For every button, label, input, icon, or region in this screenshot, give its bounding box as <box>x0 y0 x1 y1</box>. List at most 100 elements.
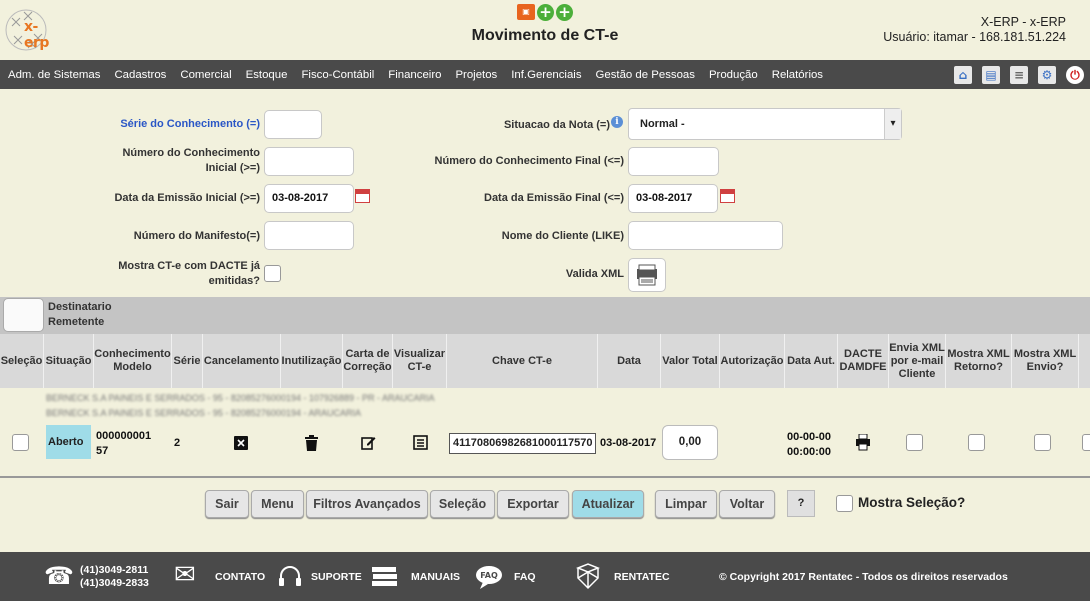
calendar-icon[interactable] <box>355 189 370 203</box>
print-dacte-icon[interactable] <box>855 434 871 451</box>
col-autorizacao[interactable]: Autorização <box>720 334 785 388</box>
col-cancelamento[interactable]: Cancelamento <box>203 334 281 388</box>
col-situacao[interactable]: Situação <box>44 334 94 388</box>
headset-icon[interactable] <box>277 564 303 590</box>
menu-projetos[interactable]: Projetos <box>448 69 504 81</box>
table-header: Seleção Situação Conhecimento Modelo Sér… <box>0 334 1090 388</box>
cancel-icon[interactable] <box>234 436 248 450</box>
data-final-input[interactable]: 03-08-2017 <box>628 184 718 213</box>
suporte-link[interactable]: SUPORTE <box>311 571 362 583</box>
presentation-icon[interactable]: ▣ <box>517 4 535 20</box>
group-toggle-button[interactable] <box>3 298 44 332</box>
report-icon[interactable]: ≡ <box>1010 66 1028 84</box>
group-destinatario: Destinatario <box>48 301 112 313</box>
info-icon[interactable]: i <box>611 116 623 128</box>
col-carta-correcao[interactable]: Carta de Correção <box>343 334 393 388</box>
settings-icon[interactable]: ⚙ <box>1038 66 1056 84</box>
cliente-label: Nome do Cliente (LIKE) <box>501 230 624 242</box>
col-xml-envio[interactable]: Mostra XML Envio? <box>1012 334 1079 388</box>
chevron-down-icon[interactable]: ▾ <box>884 109 901 139</box>
col-extra <box>1079 334 1090 388</box>
sair-button[interactable]: Sair <box>205 490 249 518</box>
col-data-aut[interactable]: Data Aut. <box>785 334 838 388</box>
data-inicial-label: Data da Emissão Inicial (>=) <box>114 192 260 204</box>
dacte-checkbox[interactable] <box>264 265 281 282</box>
selecao-button[interactable]: Seleção <box>430 490 495 518</box>
row-select-checkbox[interactable] <box>12 434 29 451</box>
menu-producao[interactable]: Produção <box>702 69 765 81</box>
atualizar-button[interactable]: Atualizar <box>572 490 644 518</box>
col-valor-total[interactable]: Valor Total <box>661 334 720 388</box>
menu-gestao-pessoas[interactable]: Gestão de Pessoas <box>589 69 702 81</box>
svg-text:FAQ: FAQ <box>480 571 498 580</box>
menu-cadastros[interactable]: Cadastros <box>107 69 173 81</box>
xml-retorno-checkbox[interactable] <box>968 434 985 451</box>
col-inutilizacao[interactable]: Inutilização <box>281 334 343 388</box>
voltar-button[interactable]: Voltar <box>719 490 775 518</box>
menu-relatorios[interactable]: Relatórios <box>765 69 830 81</box>
add-icon[interactable]: + <box>537 4 554 21</box>
col-dacte[interactable]: DACTE DAMDFE <box>838 334 889 388</box>
menu-comercial[interactable]: Comercial <box>173 69 238 81</box>
data-inicial-input[interactable]: 03-08-2017 <box>264 184 354 213</box>
envia-xml-checkbox[interactable] <box>906 434 923 451</box>
books-icon[interactable] <box>371 566 399 588</box>
col-visualizar[interactable]: Visualizar CT-e <box>393 334 447 388</box>
divider <box>0 476 1090 478</box>
valida-xml-button[interactable] <box>628 258 666 292</box>
power-icon[interactable]: ⏻ <box>1066 66 1084 84</box>
data-aut-date: 00-00-00 <box>787 431 832 443</box>
xml-envio-checkbox[interactable] <box>1034 434 1051 451</box>
valor-total-field[interactable]: 0,00 <box>662 425 718 460</box>
col-envia-xml[interactable]: Envia XML por e-mail Cliente <box>889 334 946 388</box>
mostra-selecao-checkbox[interactable] <box>836 495 853 512</box>
rentatec-logo-icon <box>575 563 601 590</box>
help-button[interactable]: ? <box>787 490 815 517</box>
add-new-icon[interactable]: + <box>556 4 573 21</box>
manuais-link[interactable]: MANUAIS <box>411 571 460 583</box>
menu-fisco-contabil[interactable]: Fisco-Contábil <box>294 69 381 81</box>
menu-financeiro[interactable]: Financeiro <box>381 69 448 81</box>
extra-checkbox[interactable] <box>1082 434 1090 451</box>
faq-link[interactable]: FAQ <box>514 571 536 583</box>
cliente-input[interactable] <box>628 221 783 250</box>
mail-icon[interactable]: ✉ <box>174 562 196 588</box>
numero-final-input[interactable] <box>628 147 719 176</box>
serie-value: 2 <box>174 437 181 449</box>
col-data[interactable]: Data <box>598 334 661 388</box>
rentatec-link[interactable]: RENTATEC <box>614 571 670 583</box>
status-badge: Aberto <box>46 425 91 459</box>
view-document-icon[interactable] <box>413 435 428 450</box>
header: x-erp ▣ + + Movimento de CT-e X-ERP - x-… <box>0 0 1090 60</box>
situacao-select[interactable]: Normal - ▾ <box>628 108 902 140</box>
home-icon[interactable]: ⌂ <box>954 66 972 84</box>
document-icon[interactable]: ▤ <box>982 66 1000 84</box>
numero-inicial-input[interactable] <box>264 147 354 176</box>
col-chave[interactable]: Chave CT-e <box>447 334 598 388</box>
exportar-button[interactable]: Exportar <box>497 490 569 518</box>
manifesto-input[interactable] <box>264 221 354 250</box>
footer: ☎ (41)3049-2811 (41)3049-2833 ✉ CONTATO … <box>0 552 1090 601</box>
menu-estoque[interactable]: Estoque <box>239 69 295 81</box>
phone-numbers: (41)3049-2811 (41)3049-2833 <box>80 564 149 590</box>
limpar-button[interactable]: Limpar <box>655 490 717 518</box>
col-serie[interactable]: Série <box>172 334 203 388</box>
filtros-avancados-button[interactable]: Filtros Avançados <box>306 490 428 518</box>
edit-icon[interactable] <box>361 435 376 450</box>
col-conhecimento[interactable]: Conhecimento Modelo <box>94 334 172 388</box>
menu-adm-sistemas[interactable]: Adm. de Sistemas <box>0 69 107 81</box>
trash-icon[interactable] <box>304 435 319 451</box>
serie-input[interactable] <box>264 110 322 139</box>
contato-link[interactable]: CONTATO <box>215 571 265 583</box>
situacao-label: Situacao da Nota (=) <box>503 119 610 131</box>
col-selecao[interactable]: Seleção <box>0 334 44 388</box>
menu-inf-gerenciais[interactable]: Inf.Gerenciais <box>504 69 588 81</box>
faq-icon[interactable]: FAQ <box>475 565 505 591</box>
data-aut-time: 00:00:00 <box>787 446 832 458</box>
col-xml-retorno[interactable]: Mostra XML Retorno? <box>946 334 1012 388</box>
chave-cte-field[interactable]: 41170806982681000117570 <box>449 433 596 454</box>
phone-1: (41)3049-2811 <box>80 564 149 576</box>
calendar-icon[interactable] <box>720 189 735 203</box>
data-value: 03-08-2017 <box>600 437 657 449</box>
menu-button[interactable]: Menu <box>251 490 304 518</box>
